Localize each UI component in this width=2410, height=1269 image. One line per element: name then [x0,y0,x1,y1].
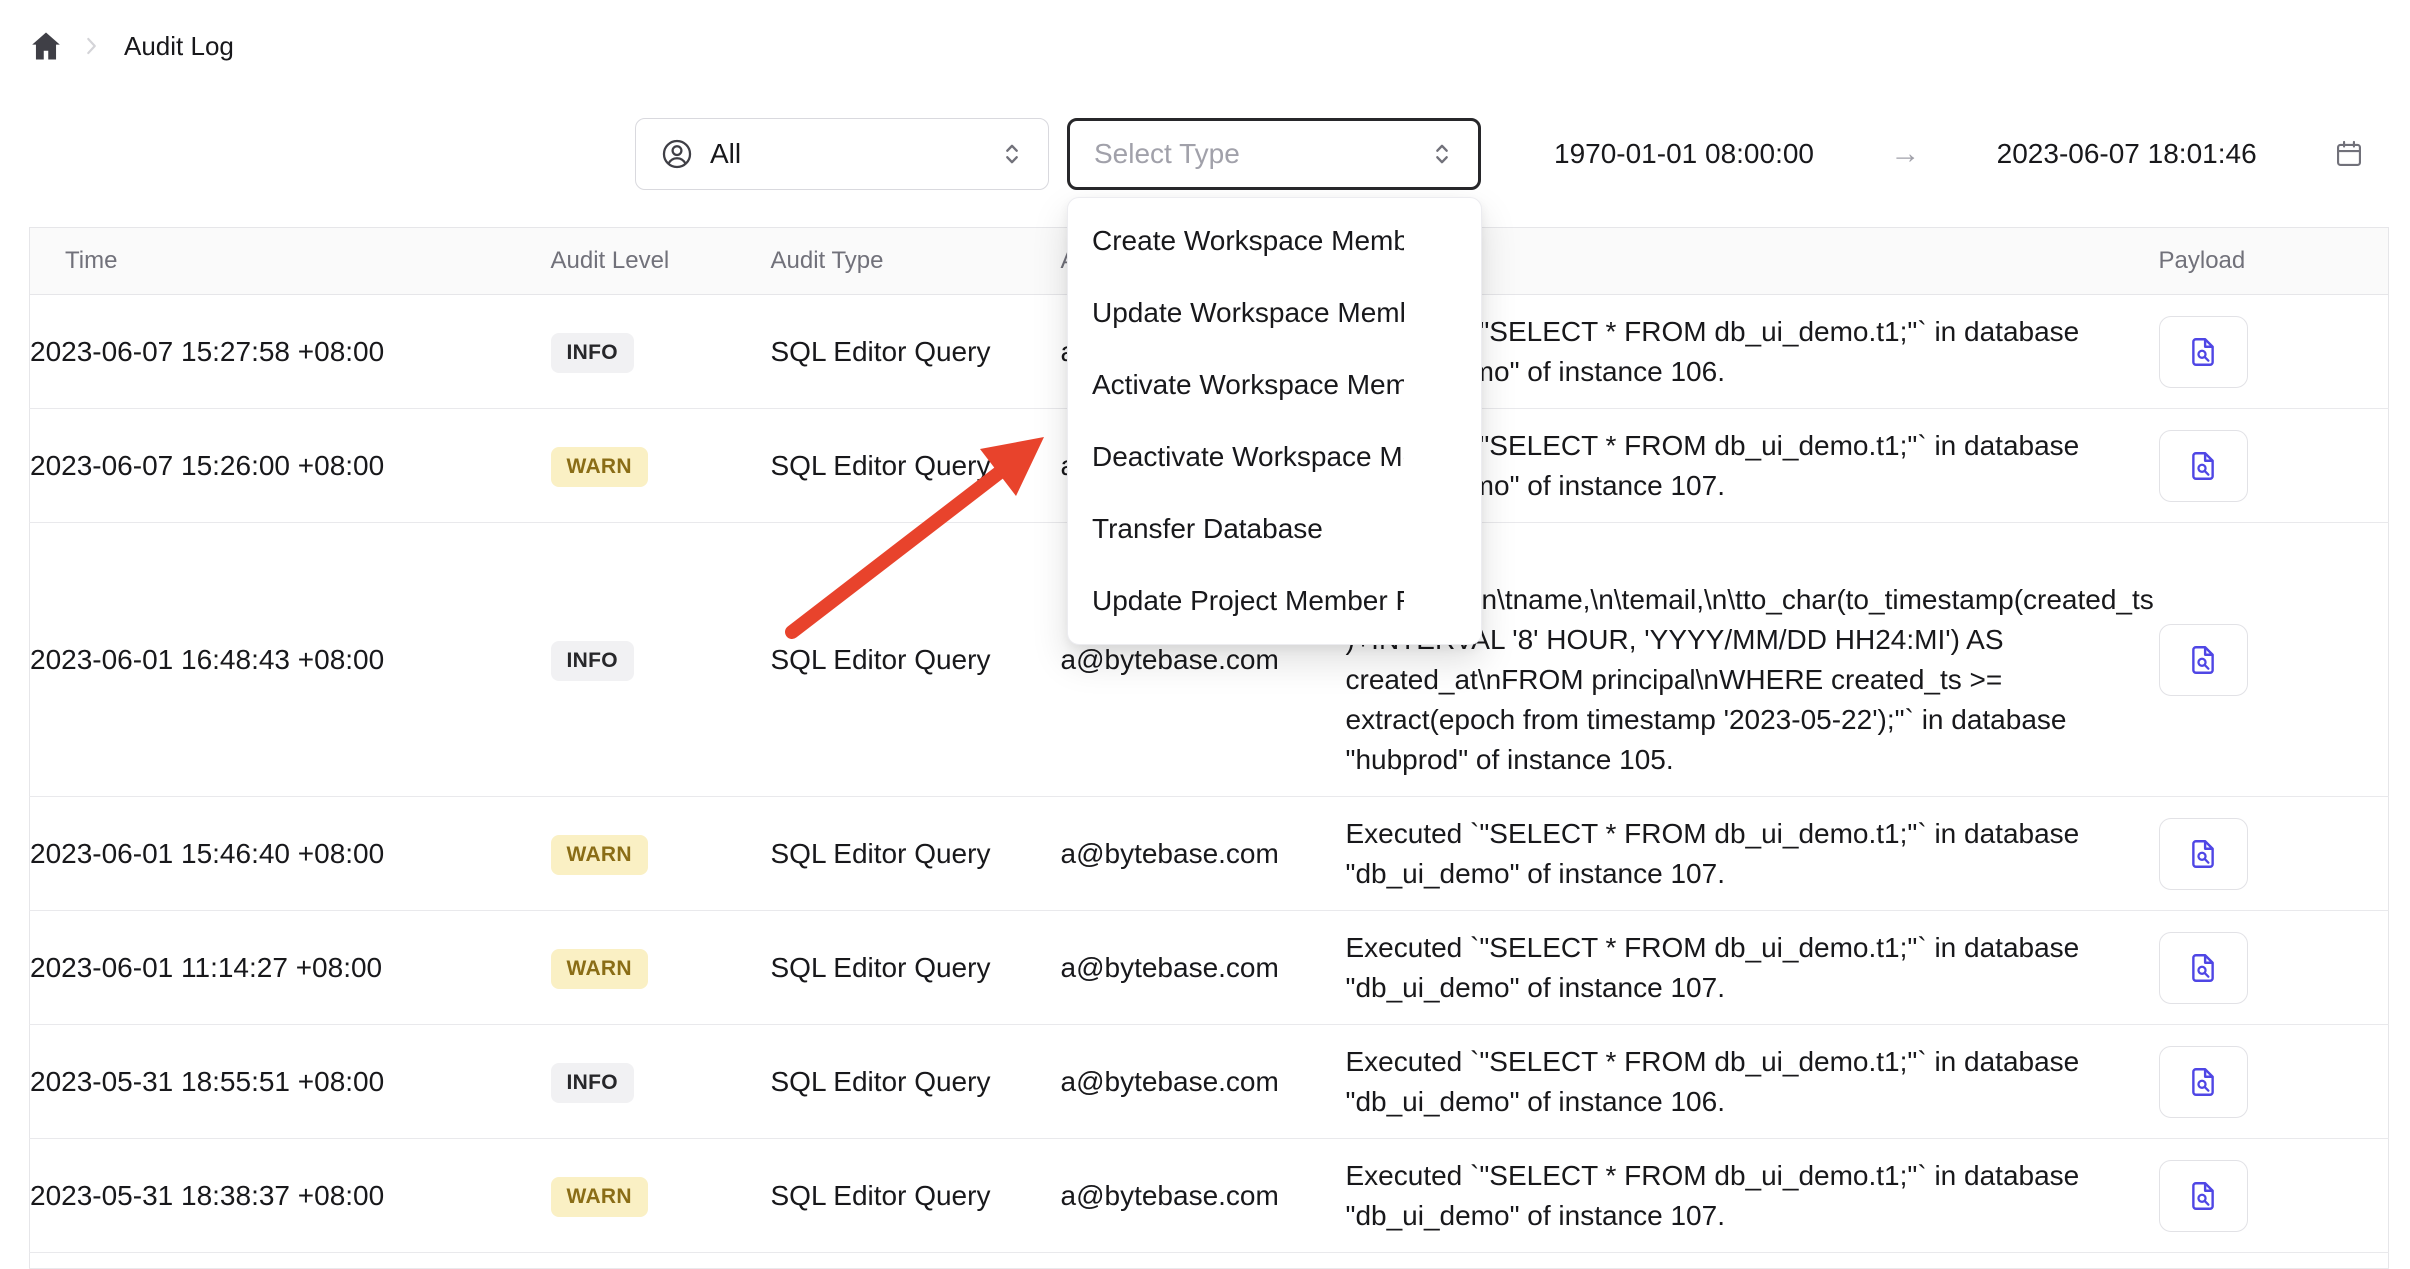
page-title: Audit Log [124,31,234,62]
arrow-right-icon: → [1890,137,1920,171]
type-filter-dropdown: Create Workspace Member Update Workspace… [1067,197,1482,645]
breadcrumb: Audit Log [28,22,234,70]
calendar-icon[interactable] [2333,138,2365,170]
type-option[interactable]: Update Project Member Role [1068,565,1481,637]
type-option[interactable]: Transfer Database [1068,493,1481,565]
audit-level-cell: WARN [551,409,771,523]
payload-view-button[interactable] [2159,818,2248,890]
file-search-icon [2186,1065,2220,1099]
audit-level-badge: WARN [551,949,648,988]
time-cell: 2023-06-07 15:27:58 +08:00 [30,295,551,409]
audit-level-badge: WARN [551,447,648,486]
type-filter-placeholder: Select Type [1094,138,1240,170]
type-option[interactable]: Create Workspace Member [1068,205,1481,277]
time-cell: 2023-06-01 15:46:40 +08:00 [30,797,551,911]
column-header-payload: Payload [2159,228,2389,295]
column-header-time: Time [30,228,551,295]
table-row: 2023-05-31 18:55:51 +08:00 INFO SQL Edit… [30,1025,2389,1139]
audit-level-badge: WARN [551,1177,648,1216]
date-range-end: 2023-06-07 18:01:46 [1997,138,2257,170]
time-cell: 2023-06-01 16:48:43 +08:00 [30,523,551,797]
payload-cell [2159,1025,2389,1139]
comment-cell: Executed `"SELECT * FROM db_ui_demo.t1;"… [1346,1139,2159,1253]
file-search-icon [2186,449,2220,483]
time-cell: 2023-05-31 18:55:51 +08:00 [30,1025,551,1139]
table-row-partial [30,1253,2389,1269]
audit-level-badge: INFO [551,1063,634,1102]
column-header-audit-level: Audit Level [551,228,771,295]
audit-type-cell: SQL Editor Query [771,409,1061,523]
payload-view-button[interactable] [2159,430,2248,502]
file-search-icon [2186,951,2220,985]
user-filter-select[interactable]: All [635,118,1049,190]
payload-view-button[interactable] [2159,932,2248,1004]
comment-cell: Executed `"SELECT * FROM db_ui_demo.t1;"… [1346,911,2159,1025]
payload-cell [2159,409,2389,523]
payload-cell [2159,797,2389,911]
audit-type-cell: SQL Editor Query [771,523,1061,797]
audit-level-badge: INFO [551,641,634,680]
file-search-icon [2186,1179,2220,1213]
payload-view-button[interactable] [2159,1046,2248,1118]
type-option[interactable]: Update Workspace Member [1068,277,1481,349]
payload-view-button[interactable] [2159,624,2248,696]
payload-cell [2159,911,2389,1025]
type-option[interactable]: Deactivate Workspace Member [1068,421,1481,493]
audit-type-cell: SQL Editor Query [771,911,1061,1025]
payload-cell [2159,523,2389,797]
audit-type-cell: SQL Editor Query [771,1025,1061,1139]
audit-type-cell: SQL Editor Query [771,295,1061,409]
table-row: 2023-05-31 18:38:37 +08:00 WARN SQL Edit… [30,1139,2389,1253]
actor-cell: a@bytebase.com [1061,797,1346,911]
actor-cell: a@bytebase.com [1061,911,1346,1025]
comment-cell: Executed `"SELECT * FROM db_ui_demo.t1;"… [1346,797,2159,911]
time-cell: 2023-06-07 15:26:00 +08:00 [30,409,551,523]
audit-level-badge: WARN [551,835,648,874]
payload-view-button[interactable] [2159,316,2248,388]
user-filter-value: All [710,138,741,170]
filter-bar: All Select Type 1970-01-01 08:00:00 → 20… [0,118,2410,190]
payload-cell [2159,1139,2389,1253]
home-icon[interactable] [28,28,64,64]
actor-cell: a@bytebase.com [1061,1139,1346,1253]
table-row: 2023-06-01 11:14:27 +08:00 WARN SQL Edit… [30,911,2389,1025]
date-range-picker[interactable]: 1970-01-01 08:00:00 → 2023-06-07 18:01:4… [1514,118,2387,190]
audit-type-cell: SQL Editor Query [771,1139,1061,1253]
type-filter-select[interactable]: Select Type [1067,118,1481,190]
chevrons-updown-icon [998,140,1026,168]
audit-level-badge: INFO [551,333,634,372]
audit-level-cell: INFO [551,523,771,797]
time-cell: 2023-05-31 18:38:37 +08:00 [30,1139,551,1253]
payload-cell [2159,295,2389,409]
chevrons-updown-icon [1428,140,1456,168]
payload-view-button[interactable] [2159,1160,2248,1232]
person-circle-icon [660,137,694,171]
audit-level-cell: WARN [551,1139,771,1253]
file-search-icon [2186,335,2220,369]
audit-level-cell: INFO [551,1025,771,1139]
column-header-audit-type: Audit Type [771,228,1061,295]
file-search-icon [2186,643,2220,677]
comment-cell: Executed `"SELECT * FROM db_ui_demo.t1;"… [1346,1025,2159,1139]
date-range-start: 1970-01-01 08:00:00 [1554,138,1814,170]
table-row: 2023-06-01 15:46:40 +08:00 WARN SQL Edit… [30,797,2389,911]
type-option[interactable]: Activate Workspace Member [1068,349,1481,421]
audit-level-cell: WARN [551,911,771,1025]
chevron-right-icon [78,33,104,59]
audit-level-cell: INFO [551,295,771,409]
audit-level-cell: WARN [551,797,771,911]
file-search-icon [2186,837,2220,871]
audit-type-cell: SQL Editor Query [771,797,1061,911]
actor-cell: a@bytebase.com [1061,1025,1346,1139]
time-cell: 2023-06-01 11:14:27 +08:00 [30,911,551,1025]
